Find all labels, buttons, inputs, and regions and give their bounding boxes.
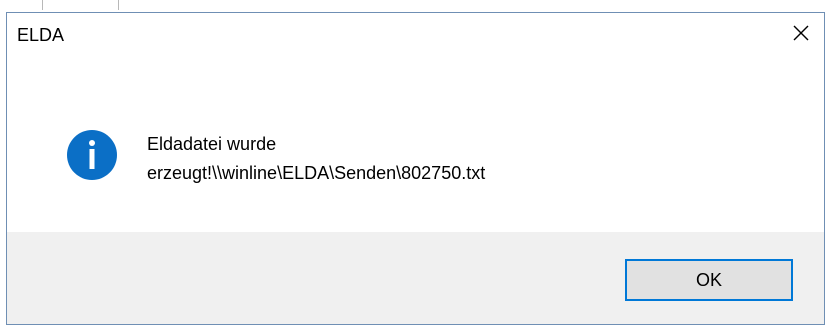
dialog-title: ELDA [17, 25, 65, 45]
background-divider [42, 0, 43, 10]
dialog-content: Eldadatei wurde erzeugt!\\winline\ELDA\S… [7, 57, 824, 232]
screen: ELDA Eldadatei wurde erzeugt!\\winline\E… [0, 0, 831, 327]
message-line: erzeugt!\\winline\ELDA\Senden\802750.txt [147, 163, 486, 183]
background-divider [118, 0, 119, 10]
dialog-message: Eldadatei wurde erzeugt!\\winline\ELDA\S… [147, 130, 485, 188]
message-line: Eldadatei wurde [147, 134, 277, 154]
close-icon [793, 25, 809, 41]
dialog-footer: OK [7, 232, 824, 324]
background-window [0, 0, 831, 12]
title-bar: ELDA [7, 13, 824, 57]
close-button[interactable] [778, 13, 824, 53]
info-icon [67, 130, 117, 180]
message-dialog: ELDA Eldadatei wurde erzeugt!\\winline\E… [6, 12, 825, 325]
ok-button[interactable]: OK [625, 259, 793, 301]
